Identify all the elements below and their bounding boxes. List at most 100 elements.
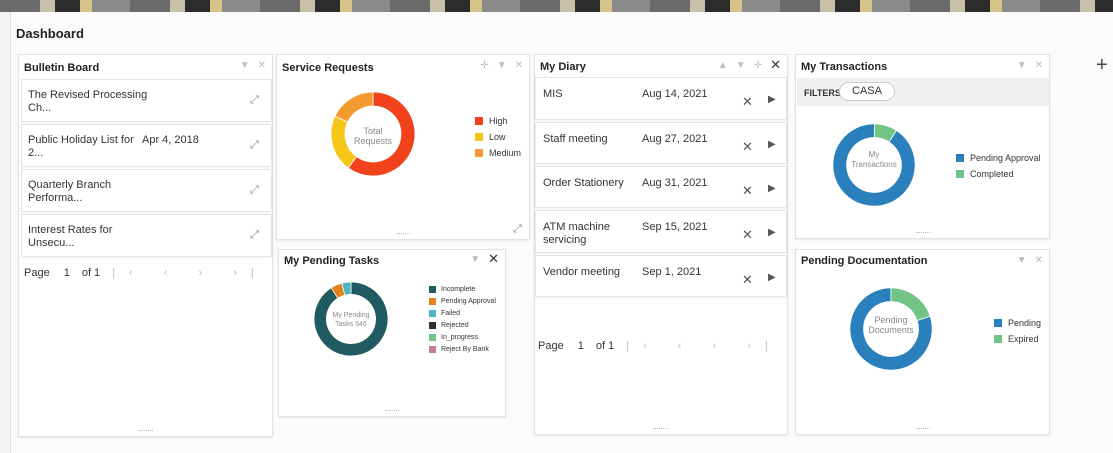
bulletin-item-text: Public Holiday List for 2... <box>28 134 134 159</box>
diary-row[interactable]: Staff meeting Aug 27, 2021 ✕ ▶ <box>535 122 787 164</box>
panel-title: Bulletin Board <box>24 62 100 74</box>
resize-handle[interactable] <box>138 430 153 432</box>
diary-row[interactable]: Order Stationery Aug 31, 2021 ✕ ▶ <box>535 166 787 208</box>
legend-swatch-in-progress <box>429 333 436 341</box>
page-title: Dashboard <box>16 26 84 41</box>
diary-event-date: Sep 1, 2021 <box>642 266 702 278</box>
pager-total: of 1 <box>81 267 101 279</box>
diary-row[interactable]: Vendor meeting Sep 1, 2021 ✕ ▶ <box>535 255 787 297</box>
close-icon[interactable]: ✕ <box>488 252 499 265</box>
filter-icon[interactable]: ▼ <box>736 60 746 71</box>
bulletin-item-text: The Revised Processing Ch... <box>28 89 148 114</box>
bulletin-item-text: Interest Rates for Unsecu... <box>28 224 113 249</box>
legend-swatch-expired <box>994 335 1002 343</box>
legend-swatch-pending <box>994 319 1002 327</box>
close-icon[interactable]: ✕ <box>1035 255 1043 266</box>
diary-event-date: Sep 15, 2021 <box>642 221 708 233</box>
diary-event-name: Staff meeting <box>543 133 608 145</box>
legend-swatch-low <box>475 133 483 141</box>
panel-header: Pending Documentation ▼ ✕ <box>796 250 1049 272</box>
pagination: Page 1 of 1 |‹ ‹ › ›| <box>538 340 782 352</box>
legend-swatch-medium <box>475 149 483 157</box>
legend-swatch-rejected <box>429 321 436 329</box>
chevron-right-icon[interactable]: ▶ <box>768 139 776 150</box>
legend-label: Low <box>489 132 506 142</box>
close-icon[interactable]: ✕ <box>742 139 753 155</box>
chevron-right-icon[interactable]: ▶ <box>768 227 776 238</box>
diary-row[interactable]: ATM machine servicing Sep 15, 2021 ✕ ▶ <box>535 210 787 253</box>
chevron-right-icon[interactable]: ▶ <box>768 272 776 283</box>
panel-title: Service Requests <box>282 62 374 74</box>
close-icon[interactable]: ✕ <box>742 94 753 110</box>
expand-icon[interactable]: ⤢ <box>250 139 259 152</box>
diary-event-date: Aug 31, 2021 <box>642 177 708 189</box>
filter-chip-casa[interactable]: CASA <box>839 82 895 101</box>
pending-tasks-panel: My Pending Tasks ▼ ✕ My Pending Tasks 546… <box>278 249 506 417</box>
diary-event-name: Order Stationery <box>543 177 624 189</box>
filters-bar: FILTERS CASA <box>797 78 1049 106</box>
legend-label: Expired <box>1008 334 1039 344</box>
filter-icon[interactable]: ▼ <box>1017 255 1027 266</box>
expand-icon[interactable]: ⤢ <box>250 184 259 197</box>
bulletin-item[interactable]: Interest Rates for Unsecu... ⤢ <box>21 214 272 257</box>
panel-title: My Pending Tasks <box>284 255 380 267</box>
pager-current[interactable]: 1 <box>64 267 70 279</box>
service-requests-panel: Service Requests ✛ ▼ ✕ Total Requests High… <box>276 54 530 240</box>
resize-handle[interactable] <box>396 233 410 235</box>
legend-label: Medium <box>489 148 522 158</box>
legend-label: Pending Approval <box>970 153 1041 163</box>
donut-slice-medium[interactable] <box>334 91 374 123</box>
close-icon[interactable]: ✕ <box>1035 60 1043 71</box>
legend-label: Completed <box>970 169 1014 179</box>
close-icon[interactable]: ✕ <box>770 58 781 71</box>
legend: Pending Approval Completed <box>956 150 1041 182</box>
bulletin-item[interactable]: Quarterly Branch Performa... ⤢ <box>21 169 272 212</box>
pager-arrows[interactable]: |‹ ‹ › ›| <box>112 267 268 279</box>
legend-swatch-completed <box>956 170 964 178</box>
filter-icon[interactable]: ▼ <box>470 254 480 265</box>
diary-event-date: Aug 14, 2021 <box>642 88 708 100</box>
expand-icon[interactable]: ⤢ <box>250 229 259 242</box>
plus-icon[interactable]: + <box>1096 55 1108 75</box>
diary-event-name: MIS <box>543 88 563 100</box>
plus-icon[interactable]: ✛ <box>754 60 762 71</box>
pagination: Page 1 of 1 |‹ ‹ › ›| <box>24 267 268 279</box>
close-icon[interactable]: ✕ <box>742 272 753 288</box>
legend-swatch-failed <box>429 309 436 317</box>
filter-icon[interactable]: ▼ <box>1017 60 1027 71</box>
legend: Pending Expired <box>994 315 1041 347</box>
filter-icon[interactable]: ▼ <box>497 60 507 71</box>
bulletin-item[interactable]: Public Holiday List for 2... Apr 4, 2018… <box>21 124 272 167</box>
close-icon[interactable]: ✕ <box>258 60 266 71</box>
expand-icon[interactable]: ⤢ <box>250 94 259 107</box>
filters-label: FILTERS <box>804 88 841 98</box>
panel-header: Bulletin Board ▼ ✕ <box>19 55 272 77</box>
pager-total: of 1 <box>595 340 615 352</box>
close-icon[interactable]: ✕ <box>742 183 753 199</box>
resize-handle[interactable] <box>915 232 930 234</box>
donut-center-label: Pending Documents <box>868 315 914 335</box>
bell-icon[interactable]: ▲ <box>718 60 728 71</box>
pager-current[interactable]: 1 <box>578 340 584 352</box>
bulletin-item-date: Apr 4, 2018 <box>142 134 199 146</box>
my-transactions-panel: My Transactions ▼ ✕ FILTERS CASA My Trans… <box>795 54 1050 239</box>
pager-arrows[interactable]: |‹ ‹ › ›| <box>626 340 782 352</box>
diary-row[interactable]: MIS Aug 14, 2021 ✕ ▶ <box>535 77 787 120</box>
legend-label: Reject By Bank <box>441 345 489 353</box>
panel-header: My Transactions ▼ ✕ <box>796 55 1049 77</box>
chevron-right-icon[interactable]: ▶ <box>768 94 776 105</box>
plus-icon[interactable]: ✛ <box>480 60 488 71</box>
bulletin-item[interactable]: The Revised Processing Ch... ⤢ <box>21 79 272 122</box>
legend-swatch-incomplete <box>429 285 436 293</box>
bulletin-board-panel: Bulletin Board ▼ ✕ The Revised Processing… <box>18 54 273 437</box>
resize-handle[interactable] <box>385 410 399 412</box>
legend-label: High <box>489 116 508 126</box>
bulletin-item-text: Quarterly Branch Performa... <box>28 179 112 204</box>
expand-icon[interactable]: ⤢ <box>513 223 522 236</box>
chevron-right-icon[interactable]: ▶ <box>768 183 776 194</box>
resize-handle[interactable] <box>654 428 668 430</box>
close-icon[interactable]: ✕ <box>742 227 753 243</box>
resize-handle[interactable] <box>915 428 930 430</box>
close-icon[interactable]: ✕ <box>515 60 523 71</box>
filter-icon[interactable]: ▼ <box>240 60 250 71</box>
